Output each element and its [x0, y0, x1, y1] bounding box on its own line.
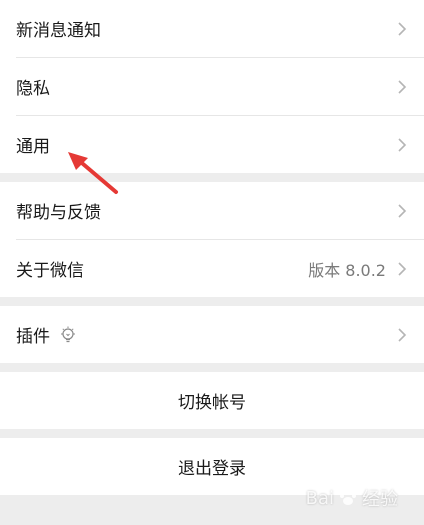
about-wechat-label: 关于微信 — [16, 261, 84, 281]
settings-screen: 新消息通知 隐私 通用 帮助与反馈 关于微信 版本 8.0.2 插件 切换帐号 … — [0, 0, 424, 495]
switch-account-button[interactable]: 切换帐号 — [0, 372, 424, 429]
chevron-right-icon — [398, 21, 407, 36]
row-privacy[interactable]: 隐私 — [0, 58, 424, 115]
new-message-notification-label: 新消息通知 — [16, 21, 101, 41]
section-gap — [0, 297, 424, 306]
chevron-right-icon — [398, 79, 407, 94]
general-label: 通用 — [16, 137, 50, 157]
row-about-wechat[interactable]: 关于微信 版本 8.0.2 — [0, 240, 424, 297]
section-gap — [0, 173, 424, 182]
privacy-label: 隐私 — [16, 79, 50, 99]
watermark-text-2: 经验 — [362, 489, 398, 510]
lightbulb-icon — [61, 326, 75, 342]
settings-group-2: 帮助与反馈 关于微信 版本 8.0.2 — [0, 182, 424, 297]
row-new-message-notification[interactable]: 新消息通知 — [0, 0, 424, 57]
switch-account-label: 切换帐号 — [178, 393, 246, 413]
chevron-right-icon — [398, 137, 407, 152]
plugins-label: 插件 — [16, 327, 50, 347]
section-gap — [0, 429, 424, 438]
chevron-right-icon — [398, 203, 407, 218]
chevron-right-icon — [398, 261, 407, 276]
logout-label: 退出登录 — [178, 459, 246, 479]
baidu-watermark: Bai 经验 — [306, 485, 398, 511]
row-help-feedback[interactable]: 帮助与反馈 — [0, 182, 424, 239]
version-text: 版本 8.0.2 — [308, 260, 386, 280]
chevron-right-icon — [398, 327, 407, 342]
watermark-text: Bai — [305, 487, 334, 509]
section-gap — [0, 363, 424, 372]
help-feedback-label: 帮助与反馈 — [16, 203, 101, 223]
settings-group-3: 插件 — [0, 306, 424, 363]
paw-icon — [340, 490, 356, 505]
settings-group-1: 新消息通知 隐私 通用 — [0, 0, 424, 173]
row-plugins[interactable]: 插件 — [0, 306, 424, 363]
row-general[interactable]: 通用 — [0, 116, 424, 173]
